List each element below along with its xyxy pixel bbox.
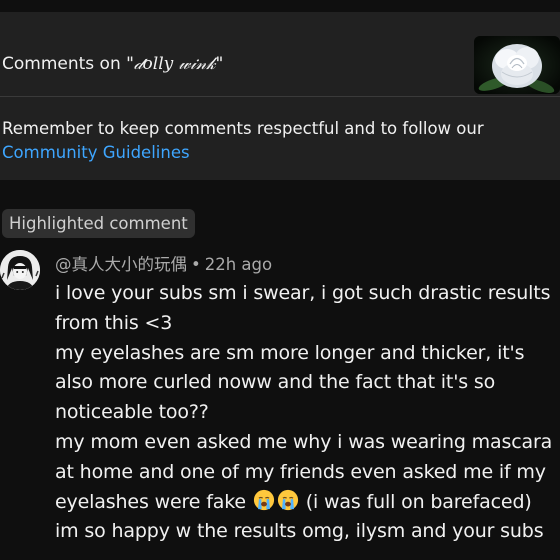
comment-line-part: (i was full on barefaced)	[305, 490, 532, 513]
video-thumbnail[interactable]	[474, 36, 560, 94]
comment-line: noticeable too??	[55, 401, 209, 424]
video-name: 𝒹olly 𝓌𝒾𝓃𝓀	[133, 54, 216, 74]
comments-header: Comments on "𝒹olly 𝓌𝒾𝓃𝓀"	[0, 12, 560, 96]
comment-line: im so happy w the results omg, ilysm and…	[55, 520, 544, 543]
comment-line: at home and one of my friends even asked…	[55, 460, 546, 483]
comment-line-part: eyelashes were fake	[55, 490, 246, 513]
comment-line: i love your subs sm i swear, i got such …	[55, 282, 551, 304]
user-avatar-icon	[0, 250, 40, 290]
highlighted-comment-badge: Highlighted comment	[2, 209, 195, 238]
comment-time[interactable]: 22h ago	[205, 255, 272, 274]
top-strip	[0, 0, 560, 12]
author-avatar[interactable]	[0, 250, 40, 290]
community-guidelines-link[interactable]: Community Guidelines	[2, 143, 190, 162]
loudly-crying-face-emoji-icon	[277, 489, 298, 510]
community-notice: Remember to keep comments respectful and…	[0, 97, 560, 180]
notice-message: Remember to keep comments respectful and…	[2, 119, 484, 138]
comment-line: also more curled noww and the fact that …	[55, 371, 496, 394]
white-rose-icon	[474, 36, 560, 94]
comment-body: i love your subs sm i swear, i got such …	[55, 279, 560, 547]
author-handle[interactable]: @真人大小的玩偶	[55, 255, 187, 274]
comment-meta: @真人大小的玩偶 • 22h ago	[55, 251, 272, 275]
comments-title: Comments on "𝒹olly 𝓌𝒾𝓃𝓀"	[2, 54, 223, 74]
notice-text: Remember to keep comments respectful and…	[2, 117, 484, 165]
loudly-crying-face-emoji-icon	[253, 489, 274, 510]
comment-line: my eyelashes are sm more longer and thic…	[55, 341, 525, 364]
title-suffix: "	[215, 54, 224, 74]
comment-line: from this <3	[55, 311, 173, 334]
comment-line-with-emoji: eyelashes were fake (i was full on baref…	[55, 488, 560, 518]
title-prefix: Comments on "	[2, 54, 134, 74]
meta-separator: •	[191, 255, 201, 274]
comment-line: my mom even asked me why i was wearing m…	[55, 430, 553, 453]
